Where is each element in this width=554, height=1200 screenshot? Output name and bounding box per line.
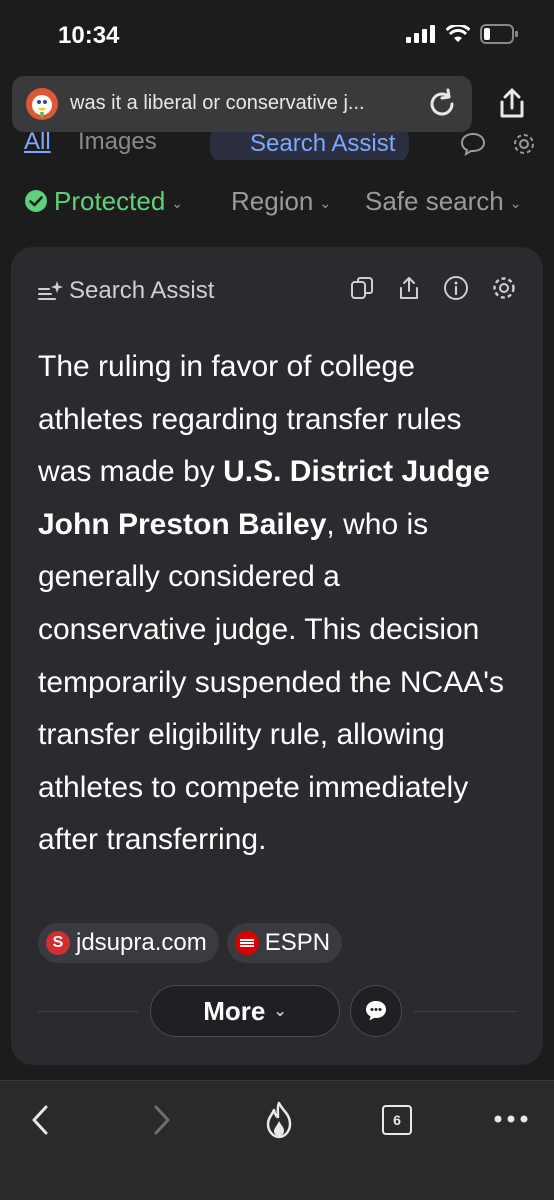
safe-search-label: Safe search bbox=[365, 186, 504, 216]
chat-icon[interactable] bbox=[460, 132, 486, 156]
gear-icon[interactable] bbox=[512, 132, 536, 156]
espn-logo-icon bbox=[234, 931, 259, 955]
share-icon[interactable] bbox=[397, 275, 421, 301]
bottom-toolbar: 6 bbox=[0, 1080, 554, 1200]
card-title: Search Assist bbox=[69, 277, 215, 304]
settings-gear-icon[interactable] bbox=[491, 275, 517, 301]
chat-bubble-icon bbox=[366, 1001, 386, 1021]
region-label: Region bbox=[231, 186, 314, 216]
source-chip-espn[interactable]: ESPN bbox=[226, 923, 343, 963]
assist-answer-text: The ruling in favor of college athletes … bbox=[38, 341, 508, 867]
battery-icon bbox=[480, 24, 518, 44]
forward-icon[interactable] bbox=[150, 1103, 174, 1137]
more-options-icon[interactable] bbox=[494, 1115, 528, 1123]
tab-search-assist-label: Search Assist bbox=[250, 130, 396, 157]
chat-follow-up-button[interactable] bbox=[350, 985, 402, 1037]
check-circle-icon bbox=[25, 190, 47, 212]
chevron-down-icon: ⌄ bbox=[509, 194, 522, 211]
share-icon[interactable] bbox=[494, 86, 530, 122]
card-actions bbox=[349, 275, 517, 301]
search-assist-card: Search Assist The ruling in favor of col… bbox=[11, 247, 543, 1065]
status-icons bbox=[406, 24, 518, 44]
info-icon[interactable] bbox=[443, 275, 469, 301]
tab-all[interactable]: All bbox=[24, 128, 51, 156]
region-filter[interactable]: Region ⌄ bbox=[231, 186, 331, 217]
source-chip-jdsupra[interactable]: S jdsupra.com bbox=[38, 923, 219, 963]
answer-text-part: , who is generally considered a conserva… bbox=[38, 507, 504, 857]
card-header: Search Assist bbox=[37, 277, 214, 305]
protected-label: Protected bbox=[54, 186, 166, 216]
wifi-icon bbox=[446, 25, 470, 42]
divider bbox=[38, 1011, 138, 1012]
tabs-button[interactable]: 6 bbox=[382, 1105, 412, 1135]
signal-icon bbox=[406, 25, 435, 43]
duckduckgo-logo-icon bbox=[26, 88, 58, 120]
status-bar: 10:34 bbox=[0, 0, 554, 72]
source-chips: S jdsupra.com ESPN bbox=[38, 923, 343, 963]
copy-icon[interactable] bbox=[349, 275, 375, 301]
fire-icon[interactable] bbox=[264, 1101, 294, 1139]
chevron-down-icon: ⌄ bbox=[273, 1003, 287, 1020]
sparkle-list-icon bbox=[38, 281, 63, 300]
source-label: jdsupra.com bbox=[76, 929, 207, 956]
tab-count: 6 bbox=[393, 1112, 401, 1128]
chevron-down-icon: ⌄ bbox=[319, 194, 332, 211]
chevron-down-icon: ⌄ bbox=[171, 194, 184, 211]
reload-icon[interactable] bbox=[426, 88, 458, 120]
safe-search-filter[interactable]: Safe search ⌄ bbox=[365, 186, 521, 217]
divider bbox=[414, 1011, 516, 1012]
back-icon[interactable] bbox=[28, 1103, 52, 1137]
source-label: ESPN bbox=[264, 929, 331, 956]
url-text[interactable]: was it a liberal or conservative j... bbox=[70, 92, 370, 115]
jdsupra-logo-icon: S bbox=[46, 931, 70, 955]
more-button[interactable]: More ⌄ bbox=[150, 985, 340, 1037]
tab-images[interactable]: Images bbox=[78, 128, 157, 156]
more-row: More ⌄ bbox=[38, 985, 516, 1037]
url-bar[interactable]: was it a liberal or conservative j... bbox=[12, 76, 472, 132]
filters-row: Protected ⌄ Region ⌄ Safe search ⌄ bbox=[0, 176, 554, 226]
protected-filter[interactable]: Protected ⌄ bbox=[24, 186, 183, 217]
clock: 10:34 bbox=[58, 22, 120, 49]
more-label: More bbox=[203, 995, 266, 1026]
